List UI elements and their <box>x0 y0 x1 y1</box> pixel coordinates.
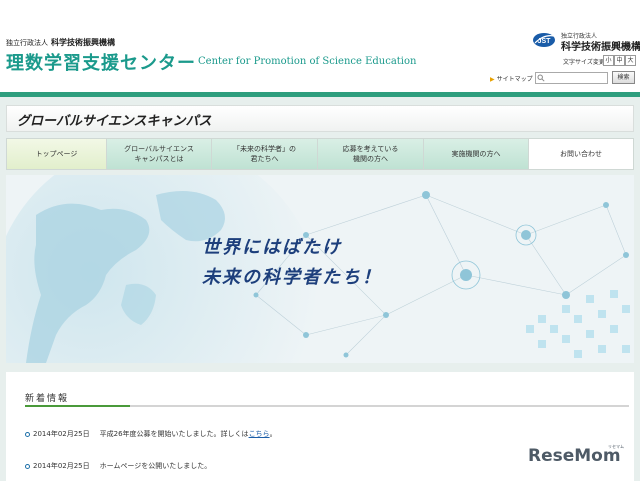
news-date: 2014年02月25日 <box>33 462 90 470</box>
jst-name-link[interactable]: 科学技術振興機構 <box>561 38 640 53</box>
fontsize-medium-button[interactable]: 中 <box>614 55 625 66</box>
resemom-watermark: ReseMom <box>528 446 621 466</box>
search-icon <box>537 74 545 82</box>
campus-title-bar: グローバルサイエンスキャンパス <box>6 105 634 132</box>
nav-item-top-page[interactable]: トップページ <box>7 139 107 169</box>
jst-logo-icon[interactable]: JST <box>532 32 556 48</box>
sitemap-label: サイトマップ <box>496 76 533 83</box>
news-detail-link[interactable]: こちら <box>249 430 270 438</box>
center-title-link[interactable]: 理数学習支援センター <box>6 49 196 75</box>
news-text: ホームページを公開いたしました。 <box>99 462 212 470</box>
main-nav: トップページ グローバルサイエンス キャンパスとは 「未来の科学者」の 君たちへ… <box>6 138 634 170</box>
center-english-title: Center for Promotion of Science Educatio… <box>198 56 417 67</box>
news-suffix: 。 <box>269 430 277 438</box>
jst-logo-text: JST <box>538 38 552 45</box>
news-item: 2014年02月25日 平成26年度公募を開始いたしました。詳しくはこちら。 <box>25 429 277 439</box>
org-name: 科学技術振興機構 <box>51 38 115 47</box>
news-date: 2014年02月25日 <box>33 430 90 438</box>
arrow-right-icon: ▶ <box>490 76 495 83</box>
news-item: 2014年02月25日 ホームページを公開いたしました。 <box>25 461 211 471</box>
news-divider-accent <box>25 405 130 407</box>
fontsize-small-button[interactable]: 小 <box>603 55 614 66</box>
resemom-watermark-kana: リセマム <box>608 444 624 449</box>
hero-headline-line-2: 未来の科学者たち！ <box>202 267 382 288</box>
news-text: 平成26年度公募を開始いたしました。詳しくは <box>99 430 249 438</box>
fontsize-large-button[interactable]: 大 <box>625 55 636 66</box>
hero-banner: 世界にはばたけ 未来の科学者たち！ <box>6 175 634 363</box>
search-input[interactable] <box>535 72 608 84</box>
nav-item-contact[interactable]: お問い合わせ <box>529 139 633 169</box>
nav-item-future-scientists[interactable]: 「未来の科学者」の 君たちへ <box>212 139 318 169</box>
org-prefix: 独立行政法人 <box>6 39 48 47</box>
campus-title: グローバルサイエンスキャンパス <box>17 114 212 129</box>
fontsize-label: 文字サイズ変更 <box>563 59 605 66</box>
news-title: 新着情報 <box>25 394 70 404</box>
circle-bullet-icon <box>25 431 30 437</box>
nav-item-applying-institutions[interactable]: 応募を考えている 機関の方へ <box>318 139 424 169</box>
circle-bullet-icon <box>25 463 30 469</box>
org-label: 独立行政法人 科学技術振興機構 <box>6 37 115 48</box>
search-button[interactable]: 検索 <box>612 71 635 84</box>
sitemap-link[interactable]: ▶ サイトマップ <box>490 74 533 83</box>
site-header: 独立行政法人 科学技術振興機構 理数学習支援センター Center for Pro… <box>0 0 640 92</box>
nav-item-implementing-institutions[interactable]: 実施機関の方へ <box>424 139 529 169</box>
nav-item-about[interactable]: グローバルサイエンス キャンパスとは <box>107 139 212 169</box>
hero-headline-line-1: 世界にはばたけ <box>202 237 342 258</box>
